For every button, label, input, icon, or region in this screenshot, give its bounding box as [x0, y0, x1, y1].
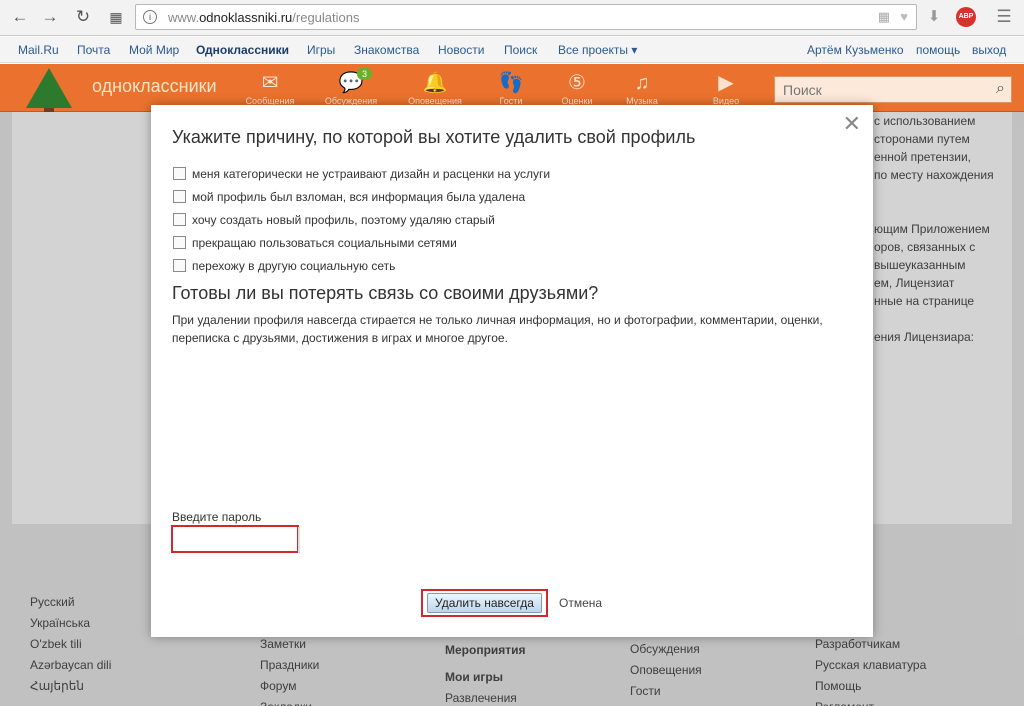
heart-icon[interactable]: ♥ [900, 10, 908, 24]
speech-bubbles-icon: 💬 [338, 72, 364, 94]
reason-label: прекращаю пользоваться социальными сетям… [192, 235, 457, 250]
nav-music[interactable]: ♫ Музыка [608, 70, 676, 106]
delete-profile-dialog: ✕ Укажите причину, по которой вы хотите … [151, 105, 873, 637]
reload-icon[interactable]: ↻ [71, 6, 95, 28]
envelope-icon: ✉ [261, 72, 279, 94]
ok-search-input[interactable] [775, 77, 975, 102]
nav-video[interactable]: ▶ Видео [692, 70, 760, 106]
forward-arrow-icon[interactable]: → [38, 6, 62, 28]
password-label: Введите пароль [172, 510, 262, 524]
search-icon[interactable]: ⌕ [996, 80, 1005, 98]
reason-checkbox[interactable] [173, 167, 186, 180]
link-poisk[interactable]: Поиск [504, 43, 537, 57]
music-note-icon: ♫ [634, 72, 650, 94]
download-icon[interactable]: ⬇ [924, 7, 944, 27]
link-moy-mir[interactable]: Мой Мир [129, 43, 179, 57]
dialog-subtitle: Готовы ли вы потерять связь со своими др… [172, 283, 599, 303]
dialog-title: Укажите причину, по которой вы хотите уд… [172, 127, 696, 147]
close-icon[interactable]: ✕ [843, 113, 861, 135]
reason-item[interactable]: перехожу в другую социальную сеть [173, 254, 550, 277]
delete-button-highlight: Удалить навсегда [421, 589, 548, 617]
address-bar[interactable]: i www.odnoklassniki.ru/regulations ▦ ♥ [135, 4, 917, 30]
reason-label: мой профиль был взломан, вся информация … [192, 189, 526, 204]
nav-messages[interactable]: ✉ Сообщения [236, 70, 304, 106]
video-icon: ▶ [718, 72, 734, 94]
reason-list: меня категорически не устраивают дизайн … [173, 162, 550, 277]
reason-checkbox[interactable] [173, 259, 186, 272]
browser-toolbar: ← → ↻ ▦ i www.odnoklassniki.ru/regulatio… [0, 0, 1024, 36]
link-pochta[interactable]: Почта [77, 43, 110, 57]
link-logout[interactable]: выход [972, 43, 1006, 57]
reason-label: перехожу в другую социальную сеть [192, 258, 396, 273]
nav-notifications[interactable]: 🔔 Оповещения [401, 70, 469, 106]
reason-label: хочу создать новый профиль, поэтому удал… [192, 212, 495, 227]
grid-extension-icon[interactable]: ▦ [878, 10, 890, 24]
cancel-link[interactable]: Отмена [559, 596, 602, 610]
reason-item[interactable]: прекращаю пользоваться социальными сетям… [173, 231, 550, 254]
link-odnoklassniki[interactable]: Одноклассники [196, 43, 289, 57]
ok-logo[interactable]: одноклассники [92, 76, 217, 97]
link-help[interactable]: помощь [916, 43, 960, 57]
menu-icon[interactable]: ☰ [994, 7, 1014, 27]
link-novosti[interactable]: Новости [438, 43, 484, 57]
password-field-highlight [171, 525, 299, 553]
user-name[interactable]: Артём Кузьменко [807, 43, 904, 57]
link-znakomstva[interactable]: Знакомства [354, 43, 419, 57]
reason-item[interactable]: хочу создать новый профиль, поэтому удал… [173, 208, 550, 231]
back-arrow-icon[interactable]: ← [8, 6, 32, 28]
bell-icon: 🔔 [422, 72, 448, 94]
delete-forever-button[interactable]: Удалить навсегда [427, 593, 542, 613]
url-text: www.odnoklassniki.ru/regulations [168, 10, 360, 25]
dialog-description: При удалении профиля навсегда стирается … [172, 313, 823, 345]
discussions-badge: 3 [357, 68, 373, 80]
mailru-portal-bar: Mail.Ru Почта Мой Мир Одноклассники Игры… [0, 37, 1024, 63]
reason-item[interactable]: меня категорически не устраивают дизайн … [173, 162, 550, 185]
reason-item[interactable]: мой профиль был взломан, вся информация … [173, 185, 550, 208]
apps-grid-icon[interactable]: ▦ [104, 6, 128, 28]
nav-ratings[interactable]: ⑤ Оценки [543, 70, 611, 106]
password-field-edge [298, 527, 300, 553]
reason-label: меня категорически не устраивают дизайн … [192, 166, 551, 181]
link-all-projects[interactable]: Все проекты ▾ [558, 43, 637, 57]
reason-checkbox[interactable] [173, 190, 186, 203]
reason-checkbox[interactable] [173, 236, 186, 249]
link-igry[interactable]: Игры [307, 43, 335, 57]
nav-discussions[interactable]: 3 💬 Обсуждения [317, 68, 385, 106]
adblock-icon[interactable]: ABP [956, 7, 976, 27]
password-input[interactable] [173, 527, 297, 551]
nav-guests[interactable]: 👣 Гости [477, 70, 545, 106]
ok-search-box: ⌕ [774, 76, 1012, 103]
footprints-icon: 👣 [498, 72, 524, 94]
page-info-icon[interactable]: i [143, 10, 157, 24]
link-mailru[interactable]: Mail.Ru [18, 43, 59, 57]
reason-checkbox[interactable] [173, 213, 186, 226]
christmas-tree-icon [26, 68, 72, 108]
rating-five-icon: ⑤ [568, 72, 586, 94]
